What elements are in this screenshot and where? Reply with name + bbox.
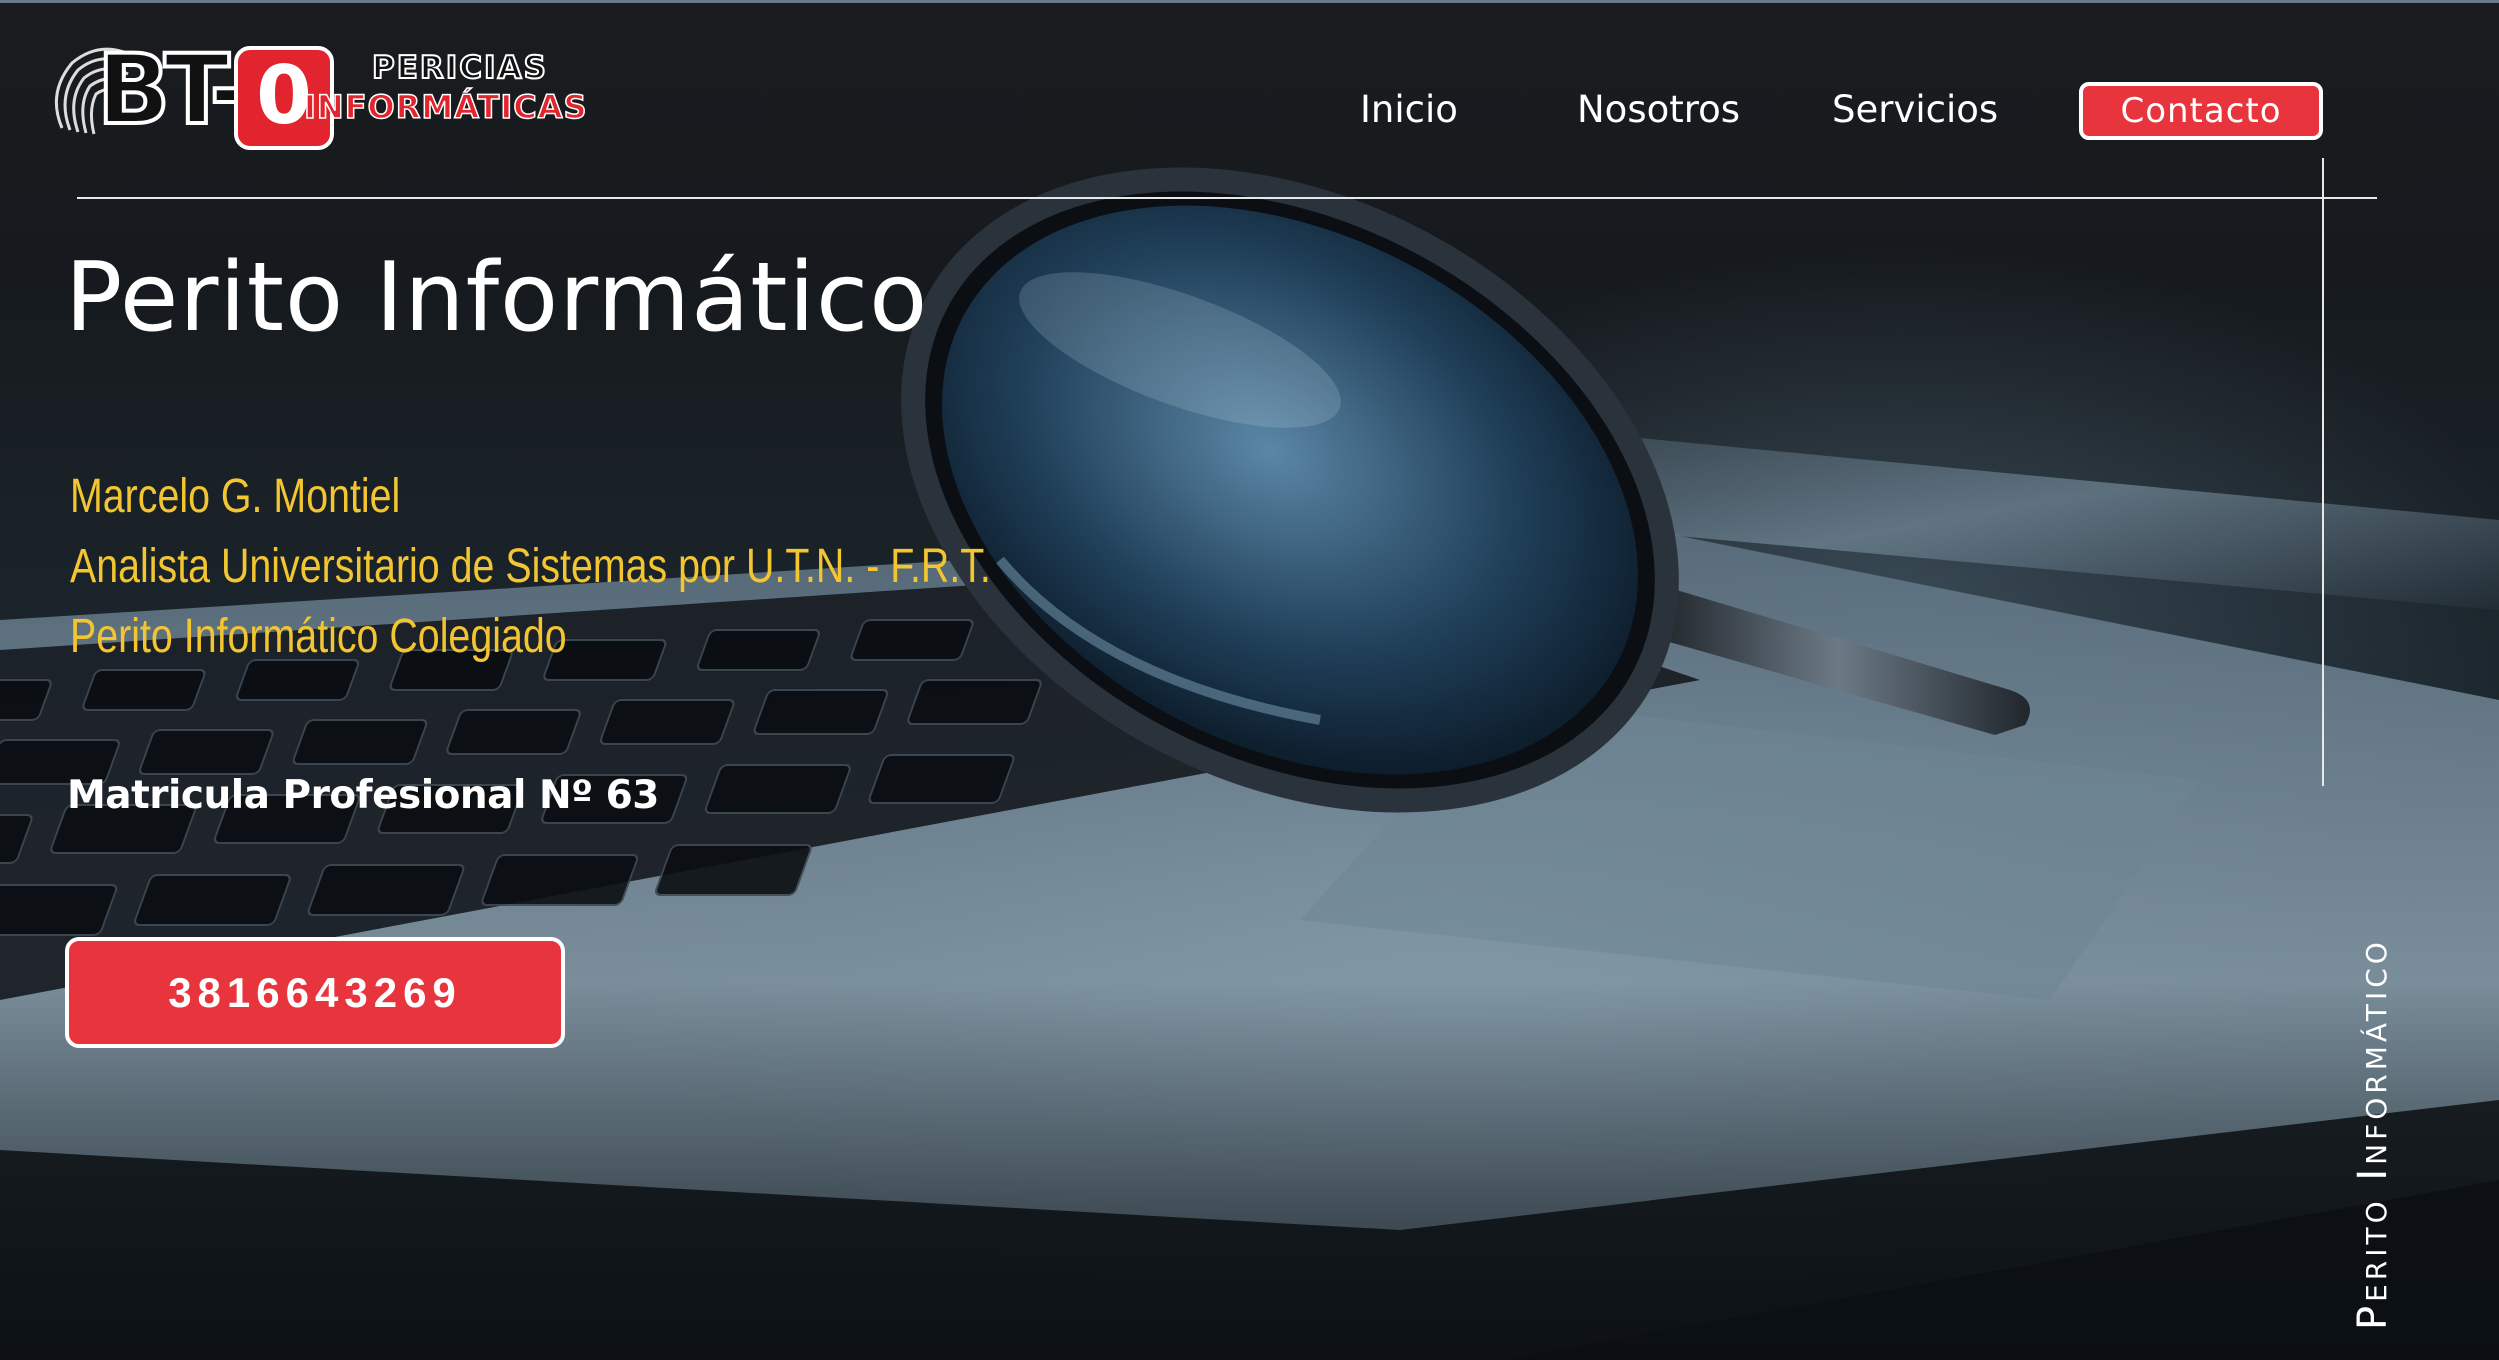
contact-button[interactable]: Contacto	[2079, 82, 2323, 140]
phone-call-button[interactable]: 3816643269	[65, 937, 565, 1048]
side-vertical-label: Perito Informático	[2350, 938, 2396, 1330]
nav-item-servicios[interactable]: Servicios	[1832, 88, 1998, 131]
logo-tagline-top: PERICIAS	[371, 49, 548, 87]
credential-name: Marcelo G. Montiel	[70, 470, 401, 523]
hero-title: Perito Informático	[65, 243, 929, 353]
hero-background-image	[0, 167, 2499, 1360]
credential-title: Perito Informático Colegiado	[70, 610, 567, 663]
header-divider	[77, 197, 2377, 199]
registration-number: Matricula Profesional Nº 63	[67, 773, 659, 818]
nav-item-nosotros[interactable]: Nosotros	[1577, 88, 1740, 131]
logo-tagline-bottom: INFORMÁTICAS	[303, 87, 588, 127]
landing-page: BT- 0 PERICIAS INFORMÁTICAS Inicio Nosot…	[0, 0, 2499, 1360]
credential-degree: Analista Universitario de Sistemas por U…	[70, 540, 991, 593]
nav-item-inicio[interactable]: Inicio	[1360, 88, 1458, 131]
logo-text-main: BT-	[95, 34, 251, 146]
brand-logo[interactable]: BT- 0 PERICIAS INFORMÁTICAS	[42, 34, 662, 150]
side-divider	[2322, 158, 2324, 786]
credentials-block: Marcelo G. Montiel Analista Universitari…	[70, 462, 1193, 672]
